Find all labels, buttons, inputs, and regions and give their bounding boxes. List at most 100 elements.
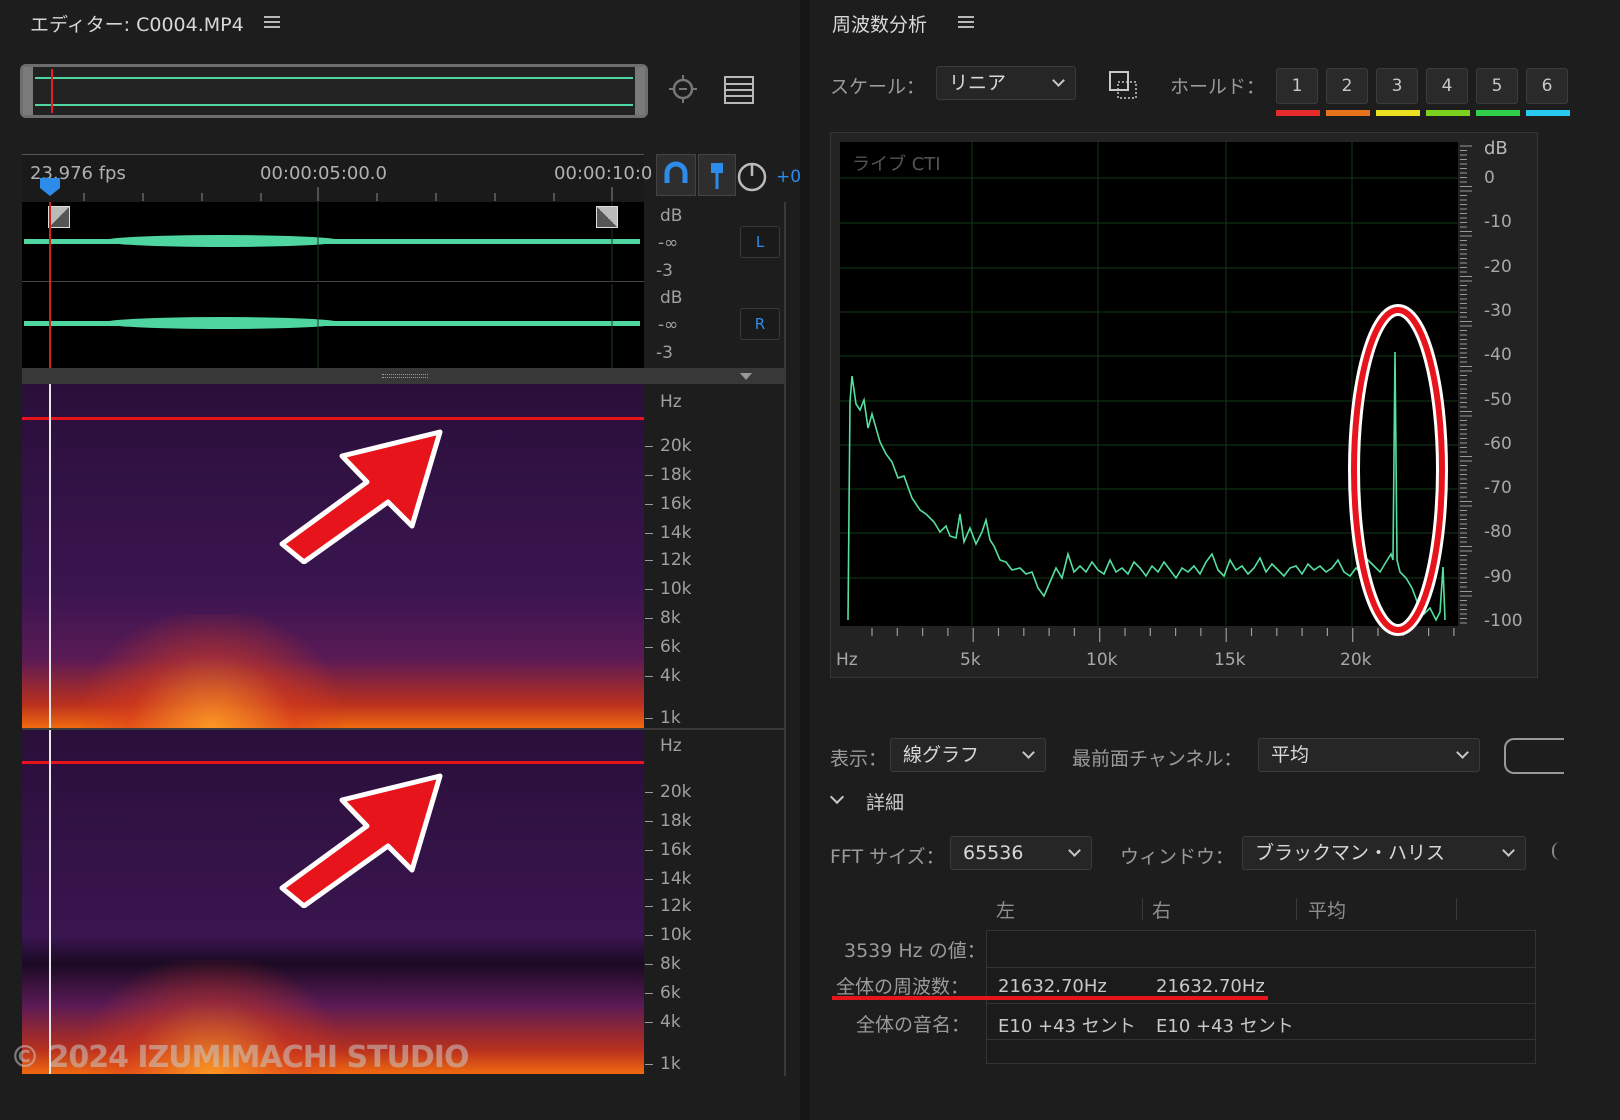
- col-avg-header: 平均: [1308, 900, 1347, 922]
- watermark: © 2024 IZUMIMACHI STUDIO: [10, 1040, 469, 1075]
- row-note-left: E10 +43 セント: [998, 1016, 1136, 1037]
- zoom-selection-icon[interactable]: [666, 72, 702, 108]
- display-mode-icon[interactable]: [724, 76, 754, 104]
- waveform-view[interactable]: [22, 202, 644, 368]
- spectrogram-l-hz-tick-label: 18k: [660, 465, 692, 485]
- freq-menu-icon[interactable]: [958, 16, 974, 18]
- channel-l-button[interactable]: L: [740, 226, 780, 258]
- overview-zoom-bar[interactable]: [20, 64, 648, 118]
- spectrogram-l-hz-tick-label: 8k: [660, 608, 681, 628]
- fft-size-label: FFT サイズ：: [830, 846, 945, 868]
- overview-right-handle[interactable]: [635, 67, 645, 115]
- waveform-channel-r: [22, 284, 644, 368]
- spectrogram-l-hz-tick-label: 16k: [660, 494, 692, 514]
- spectrogram-l-hz-tick-label: 12k: [660, 550, 692, 570]
- hold-button-2[interactable]: 2: [1326, 68, 1368, 104]
- hz-axis-label: 5k: [960, 650, 981, 670]
- hz-axis-label: 20k: [1340, 650, 1372, 670]
- magnet-icon: [664, 161, 688, 183]
- spectrogram-playhead-l: [49, 384, 51, 728]
- spectrogram-l-hz-tick: [645, 618, 653, 619]
- hold-color-bar-1: [1276, 110, 1320, 116]
- spectrogram-hz-title-l: Hz: [660, 392, 682, 412]
- spectrogram-r-hz-tick: [645, 850, 653, 851]
- playhead-handle-icon[interactable]: [38, 176, 62, 198]
- spectrogram-r-hz-tick: [645, 906, 653, 907]
- volume-offset-value[interactable]: +0: [776, 167, 801, 187]
- marker-pin-icon: [711, 163, 723, 189]
- editor-title: エディター: C0004.MP4: [30, 14, 244, 36]
- front-channel-dropdown[interactable]: 平均: [1258, 738, 1480, 772]
- spectrogram-r-hz-tick: [645, 964, 653, 965]
- details-chevron-icon[interactable]: [829, 789, 845, 805]
- fade-in-handle[interactable]: [48, 206, 70, 228]
- spectrogram-r-hz-tick: [645, 993, 653, 994]
- spectrogram-l-hz-tick: [645, 676, 653, 677]
- frequency-underline-annotation: [832, 996, 1268, 1000]
- hold-button-6[interactable]: 6: [1526, 68, 1568, 104]
- volume-knob-icon[interactable]: [736, 158, 770, 194]
- peak-highlight-ellipse: [1348, 304, 1448, 636]
- spectrogram-r-hz-tick-label: 6k: [660, 983, 681, 1003]
- spectrogram-l-hz-tick-label: 14k: [660, 523, 692, 543]
- row-note-right: E10 +43 セント: [1156, 1016, 1294, 1037]
- fade-out-handle[interactable]: [596, 206, 618, 228]
- spectrogram-r-hz-tick-label: 18k: [660, 811, 692, 831]
- db-tick-label: -10: [1484, 212, 1512, 233]
- spectrogram-l-hz-tick-label: 6k: [660, 637, 681, 657]
- spectrogram-r-hz-tick-label: 8k: [660, 954, 681, 974]
- snap-button[interactable]: [656, 154, 696, 196]
- row-value-label: 3539 Hz の値：: [844, 940, 986, 962]
- hz-axis-label: 10k: [1086, 650, 1118, 670]
- channel-r-button[interactable]: R: [740, 308, 780, 340]
- hold-color-bar-2: [1326, 110, 1370, 116]
- view-splitter[interactable]: [22, 368, 786, 384]
- hold-snapshot-icon[interactable]: [1106, 70, 1140, 102]
- spectrogram-l-hz-tick-label: 4k: [660, 666, 681, 686]
- hold-button-3[interactable]: 3: [1376, 68, 1418, 104]
- editor-menu-icon[interactable]: [264, 16, 280, 18]
- neg-inf-label-r: -∞: [658, 315, 679, 335]
- splitter-chevron-icon[interactable]: [740, 373, 752, 380]
- waveform-playhead: [49, 202, 51, 368]
- row-frequency-right: 21632.70Hz: [1156, 976, 1265, 997]
- db-tick-label: -60: [1484, 433, 1512, 454]
- spectrogram-r-hz-tick-label: 20k: [660, 782, 692, 802]
- spectrogram-r-hz-tick-label: 16k: [660, 840, 692, 860]
- spectrogram-l-hz-tick-label: 1k: [660, 708, 681, 728]
- display-dropdown[interactable]: 線グラフ: [890, 738, 1046, 772]
- details-toggle[interactable]: 詳細: [866, 788, 904, 815]
- overview-playhead: [51, 69, 53, 113]
- hold-button-1[interactable]: 1: [1276, 68, 1318, 104]
- spectrogram-r-hz-tick-label: 12k: [660, 896, 692, 916]
- splitter-grip: [382, 374, 428, 378]
- timeline-ruler[interactable]: 23.976 fps 00:00:05:00.0 00:00:10:0: [22, 154, 652, 202]
- overview-wave-top: [35, 77, 633, 79]
- time-marker-10s: 00:00:10:0: [554, 163, 653, 184]
- spectrogram-r-hz-tick-label: 10k: [660, 925, 692, 945]
- hold-color-bar-4: [1426, 110, 1470, 116]
- spectrogram-channel-l[interactable]: [22, 384, 644, 728]
- time-marker-5s: 00:00:05:00.0: [260, 163, 387, 184]
- window-dropdown[interactable]: ブラックマン・ハリス: [1242, 836, 1526, 870]
- spectrogram-red-line-r: [22, 761, 644, 764]
- spectrogram-l-hz-tick-label: 10k: [660, 579, 692, 599]
- annotation-arrow-l: [279, 429, 443, 564]
- hold-button-5[interactable]: 5: [1476, 68, 1518, 104]
- hold-label: ホールド：: [1170, 76, 1266, 98]
- fft-size-dropdown[interactable]: 65536: [950, 836, 1092, 870]
- row-frequency-left: 21632.70Hz: [998, 976, 1107, 997]
- spectrogram-channel-r[interactable]: [22, 730, 644, 1074]
- annotation-arrow-r: [279, 773, 443, 908]
- db-axis-title: dB: [1484, 138, 1508, 159]
- hold-button-4[interactable]: 4: [1426, 68, 1468, 104]
- window-extra-glyph: [1552, 842, 1560, 860]
- overview-left-handle[interactable]: [23, 67, 33, 115]
- hold-color-bar-5: [1476, 110, 1520, 116]
- spectrogram-r-hz-tick: [645, 821, 653, 822]
- overview-wave-bottom: [35, 104, 633, 106]
- extra-toggle-button[interactable]: [1504, 738, 1564, 774]
- marker-button[interactable]: [698, 154, 736, 196]
- scale-dropdown[interactable]: リニア: [936, 66, 1076, 100]
- spectrogram-r-hz-tick-label: 1k: [660, 1054, 681, 1074]
